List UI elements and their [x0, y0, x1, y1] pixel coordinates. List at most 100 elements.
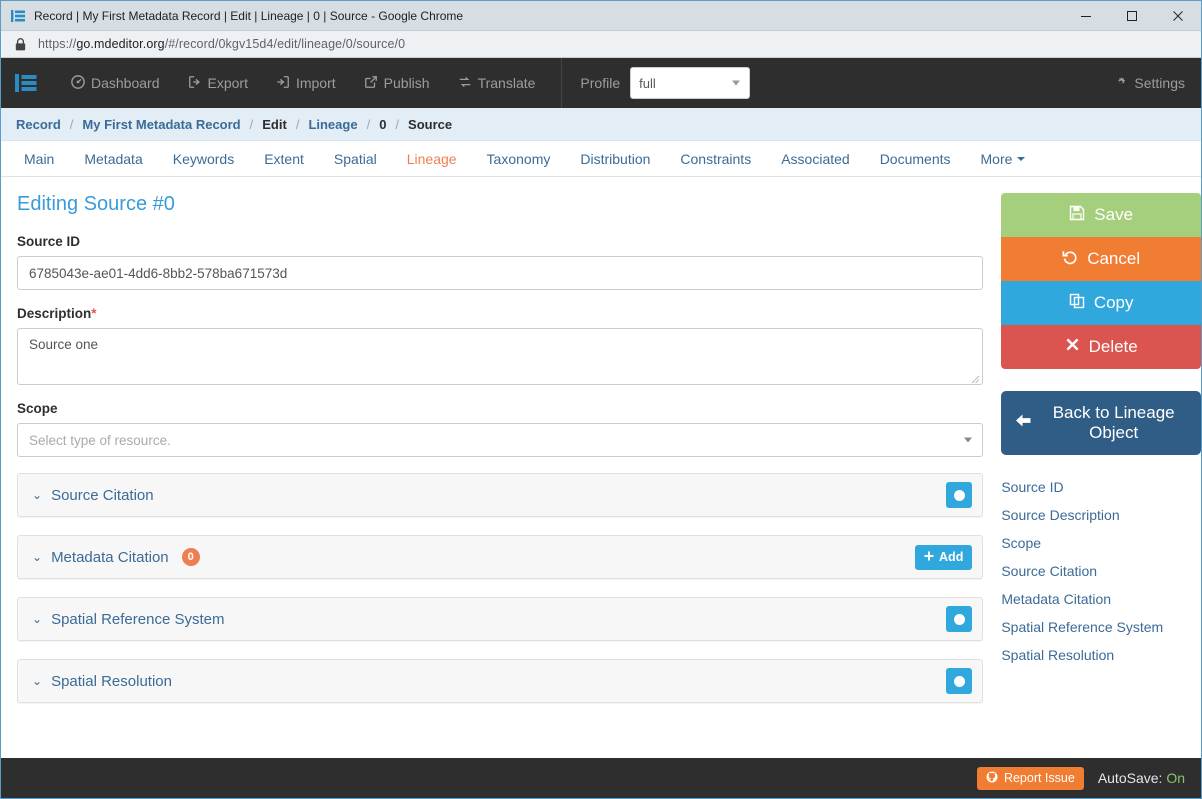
panel-title-text: Metadata Citation — [51, 548, 169, 566]
nav-label: Publish — [383, 75, 430, 91]
cancel-button[interactable]: Cancel — [1001, 237, 1201, 281]
breadcrumb-item-source: Source — [408, 116, 453, 132]
toggle-dot-button[interactable] — [946, 606, 973, 632]
panel-title-text: Source Citation — [51, 486, 154, 504]
panel-spatial-reference-system-title[interactable]: ⌄ Spatial Reference System — [32, 611, 224, 628]
nav-item-import[interactable]: Import — [262, 58, 350, 108]
nav-item-publish[interactable]: Publish — [350, 58, 444, 108]
url-path: /#/record/0kgv15d4/edit/lineage/0/source… — [164, 37, 406, 51]
panel-metadata-citation-title[interactable]: ⌄ Metadata Citation 0 — [32, 548, 200, 566]
nav-item-dashboard[interactable]: Dashboard — [57, 58, 174, 108]
nav-label: Settings — [1134, 75, 1185, 91]
sidebar-link-source-citation[interactable]: Source Citation — [1001, 557, 1201, 585]
panel-spatial-reference-system[interactable]: ⌄ Spatial Reference System — [17, 597, 984, 641]
panel-metadata-citation[interactable]: ⌄ Metadata Citation 0 Add — [17, 535, 984, 579]
mdeditor-logo-icon[interactable] — [15, 70, 43, 96]
sidebar-link-spatial-reference-system[interactable]: Spatial Reference System — [1001, 613, 1201, 641]
tab-keywords[interactable]: Keywords — [158, 141, 249, 176]
breadcrumb-item-record[interactable]: Record — [16, 117, 61, 132]
profile-control: Profile full — [580, 67, 751, 99]
field-source-id: Source ID 6785043e-ae01-4dd6-8bb2-578ba6… — [17, 234, 984, 290]
translate-icon — [458, 75, 472, 92]
back-to-lineage-object-button[interactable]: Back to Lineage Object — [1001, 391, 1201, 455]
tab-constraints[interactable]: Constraints — [665, 141, 766, 176]
add-button[interactable]: Add — [915, 544, 973, 570]
tab-spatial[interactable]: Spatial — [319, 141, 392, 176]
panel-spatial-resolution-actions — [946, 668, 973, 694]
page-viewport: Dashboard Export Import Publish Translat… — [1, 58, 1201, 798]
sidebar-link-metadata-citation[interactable]: Metadata Citation — [1001, 585, 1201, 613]
tab-metadata[interactable]: Metadata — [69, 141, 157, 176]
nav-item-translate[interactable]: Translate — [444, 58, 550, 108]
chevron-down-icon: ⌄ — [32, 550, 43, 564]
page-content: Editing Source #0 Source ID 6785043e-ae0… — [1, 177, 1201, 758]
github-icon — [986, 771, 998, 786]
add-button-label: Add — [939, 550, 964, 564]
circle-icon — [953, 613, 965, 625]
toggle-dot-button[interactable] — [946, 668, 973, 694]
profile-selected-value: full — [639, 75, 656, 91]
breadcrumb-separator: / — [69, 116, 74, 132]
resize-handle-icon[interactable] — [970, 372, 980, 384]
panel-source-citation-title[interactable]: ⌄ Source Citation — [32, 487, 154, 504]
tab-lineage[interactable]: Lineage — [392, 141, 472, 176]
circle-icon — [953, 489, 965, 501]
copy-button-label: Copy — [1093, 293, 1134, 312]
copy-icon — [1069, 293, 1085, 314]
favicon-icon — [10, 8, 26, 24]
maximize-button[interactable] — [1109, 1, 1155, 31]
tab-more[interactable]: More — [966, 141, 1041, 176]
panel-metadata-citation-actions: Add — [915, 544, 973, 570]
tab-main[interactable]: Main — [9, 141, 69, 176]
save-button-label: Save — [1094, 205, 1134, 224]
tab-documents[interactable]: Documents — [865, 141, 966, 176]
save-button[interactable]: Save — [1001, 193, 1201, 237]
navbar-items: Dashboard Export Import Publish Translat… — [57, 58, 549, 108]
report-issue-button[interactable]: Report Issue — [976, 766, 1084, 790]
panel-title-text: Spatial Reference System — [51, 610, 225, 628]
description-textarea[interactable]: Source one — [17, 328, 984, 385]
breadcrumb-item-my-first-metadata-record[interactable]: My First Metadata Record — [82, 117, 240, 132]
chevron-down-icon — [732, 80, 741, 86]
panel-spatial-resolution[interactable]: ⌄ Spatial Resolution — [17, 659, 984, 703]
tab-taxonomy[interactable]: Taxonomy — [472, 141, 566, 176]
tab-more-label: More — [980, 150, 1013, 167]
tab-distribution[interactable]: Distribution — [565, 141, 665, 176]
sidebar-link-source-id[interactable]: Source ID — [1001, 473, 1201, 501]
sidebar-link-scope[interactable]: Scope — [1001, 529, 1201, 557]
gear-icon — [1114, 75, 1128, 92]
back-button-label: Back to Lineage Object — [1052, 402, 1175, 442]
nav-item-settings[interactable]: Settings — [1100, 58, 1185, 108]
breadcrumb-item-lineage[interactable]: Lineage — [308, 117, 357, 132]
browser-urlbar[interactable]: https://go.mdeditor.org/#/record/0kgv15d… — [1, 31, 1201, 58]
breadcrumb-separator: / — [366, 116, 371, 132]
panel-spatial-resolution-title[interactable]: ⌄ Spatial Resolution — [32, 673, 172, 690]
minimize-button[interactable] — [1063, 1, 1109, 31]
url-domain: go.mdeditor.org — [76, 37, 165, 51]
copy-button[interactable]: Copy — [1001, 281, 1201, 325]
breadcrumb-item-edit: Edit — [262, 116, 287, 132]
sidebar-link-spatial-resolution[interactable]: Spatial Resolution — [1001, 641, 1201, 669]
import-icon — [276, 75, 290, 92]
scope-select[interactable]: Select type of resource. — [17, 423, 984, 457]
sidebar-link-source-description[interactable]: Source Description — [1001, 501, 1201, 529]
floppy-disk-icon — [1069, 205, 1085, 226]
nav-item-export[interactable]: Export — [174, 58, 262, 108]
lock-icon — [15, 37, 26, 51]
window-title: Record | My First Metadata Record | Edit… — [34, 8, 464, 23]
panel-source-citation[interactable]: ⌄ Source Citation — [17, 473, 984, 517]
scope-label: Scope — [17, 401, 58, 416]
tab-associated[interactable]: Associated — [766, 141, 864, 176]
tab-extent[interactable]: Extent — [249, 141, 319, 176]
profile-select[interactable]: full — [630, 67, 751, 99]
publish-icon — [364, 75, 378, 92]
close-button[interactable] — [1155, 1, 1201, 31]
cancel-button-label: Cancel — [1087, 249, 1141, 268]
required-marker: * — [91, 306, 97, 321]
toggle-dot-button[interactable] — [946, 482, 973, 508]
delete-button-label: Delete — [1088, 337, 1138, 356]
section-tabs: Main Metadata Keywords Extent Spatial Li… — [1, 141, 1201, 177]
field-scope: Scope Select type of resource. — [17, 401, 984, 457]
source-id-input[interactable]: 6785043e-ae01-4dd6-8bb2-578ba671573d — [17, 256, 984, 290]
delete-button[interactable]: Delete — [1001, 325, 1201, 369]
